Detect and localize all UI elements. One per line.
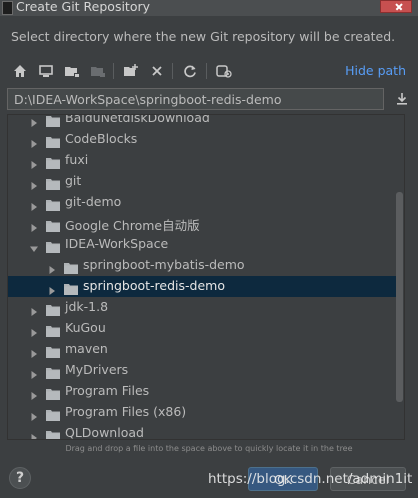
new-folder-icon[interactable] (122, 62, 140, 80)
app-icon (2, 1, 13, 15)
folder-icon (64, 259, 78, 274)
folder-icon (46, 133, 60, 148)
path-row: D:\IDEA-WorkSpace\springboot-redis-demo (7, 88, 412, 112)
toolbar-separator (113, 63, 114, 79)
folder-icon (64, 280, 78, 295)
chevron-right-icon[interactable] (29, 176, 39, 190)
tree-row[interactable]: IDEA-WorkSpace (8, 234, 398, 255)
tree-item-label: KuGou (65, 320, 106, 335)
tree-row[interactable]: git-demo (8, 192, 398, 213)
tree-row[interactable]: Google Chrome自动版 (8, 213, 398, 234)
tree-item-label: git-demo (65, 194, 122, 209)
tree-item-label: springboot-mybatis-demo (83, 257, 245, 272)
path-input[interactable]: D:\IDEA-WorkSpace\springboot-redis-demo (7, 88, 384, 110)
chevron-right-icon[interactable] (29, 302, 39, 316)
tree-scrollbar-thumb[interactable] (396, 192, 403, 402)
chevron-right-icon[interactable] (29, 344, 39, 358)
title-bar: Create Git Repository (0, 0, 418, 16)
drag-drop-hint: Drag and drop a file into the space abov… (65, 444, 353, 453)
chevron-right-icon[interactable] (29, 197, 39, 211)
project-folder-icon[interactable] (63, 62, 81, 80)
chevron-right-icon[interactable] (29, 134, 39, 148)
folder-icon (46, 301, 60, 316)
file-chooser-toolbar: Hide path (0, 58, 418, 84)
tree-item-label: Program Files (x86) (65, 404, 187, 419)
tree-item-label: Google Chrome自动版 (65, 218, 200, 233)
chevron-right-icon[interactable] (29, 115, 39, 127)
hide-path-link[interactable]: Hide path (345, 63, 406, 78)
window-title: Create Git Repository (16, 0, 151, 14)
tree-item-label: QLDownload (65, 425, 144, 440)
tree-row[interactable]: KuGou (8, 318, 398, 339)
folder-icon (46, 364, 60, 379)
chevron-right-icon[interactable] (29, 428, 39, 439)
delete-icon[interactable] (148, 62, 166, 80)
folder-icon (46, 427, 60, 439)
refresh-icon[interactable] (181, 62, 199, 80)
chevron-right-icon[interactable] (29, 155, 39, 169)
tree-item-label: IDEA-WorkSpace (65, 236, 169, 251)
tree-row[interactable]: Program Files (x86) (8, 402, 398, 423)
module-folder-icon[interactable] (89, 62, 107, 80)
tree-item-label: maven (65, 341, 108, 356)
chevron-right-icon[interactable] (29, 407, 39, 421)
tree-row[interactable]: Program Files (8, 381, 398, 402)
tree-item-label: fuxi (65, 152, 89, 167)
tree-row[interactable]: CodeBlocks (8, 129, 398, 150)
folder-icon (46, 322, 60, 337)
chevron-down-icon[interactable] (29, 239, 39, 252)
folder-icon (46, 238, 60, 253)
tree-item-label: Program Files (65, 383, 150, 398)
close-button[interactable] (380, 0, 412, 13)
tree-row[interactable]: springboot-redis-demo (8, 276, 398, 297)
folder-icon (46, 385, 60, 400)
tree-row[interactable]: MyDrivers (8, 360, 398, 381)
toolbar-separator (172, 63, 173, 79)
tree-item-label: BaiduNetdiskDownload (65, 114, 210, 125)
chevron-right-icon[interactable] (29, 218, 39, 232)
tree-row[interactable]: git (8, 171, 398, 192)
folder-icon (46, 343, 60, 358)
tree-row[interactable]: maven (8, 339, 398, 360)
folder-icon (46, 196, 60, 211)
folder-icon (46, 115, 60, 127)
dialog-description: Select directory where the new Git repos… (11, 29, 396, 44)
tree-row[interactable]: BaiduNetdiskDownload (8, 114, 398, 129)
directory-tree[interactable]: BaiduNetdiskDownload CodeBlocks fuxi git git… (7, 114, 405, 440)
chevron-right-icon[interactable] (29, 365, 39, 379)
show-hidden-icon[interactable] (215, 62, 233, 80)
home-icon[interactable] (11, 62, 29, 80)
tree-row[interactable]: fuxi (8, 150, 398, 171)
tree-item-label: CodeBlocks (65, 131, 138, 146)
folder-icon (46, 154, 60, 169)
toolbar-separator (206, 63, 207, 79)
tree-item-label: git (65, 173, 82, 188)
folder-icon (46, 175, 60, 190)
tree-row[interactable]: jdk-1.8 (8, 297, 398, 318)
tree-row[interactable]: QLDownload (8, 423, 398, 440)
chevron-right-icon[interactable] (29, 323, 39, 337)
path-value: D:\IDEA-WorkSpace\springboot-redis-demo (14, 92, 282, 107)
tree-row[interactable]: springboot-mybatis-demo (8, 255, 398, 276)
tree-item-label: jdk-1.8 (65, 299, 109, 314)
help-button[interactable]: ? (9, 467, 31, 489)
chevron-right-icon[interactable] (47, 260, 57, 274)
desktop-icon[interactable] (37, 62, 55, 80)
chevron-right-icon[interactable] (29, 386, 39, 400)
tree-item-label: springboot-redis-demo (83, 278, 225, 293)
watermark-text: https://blog.csdn.net/admin1it (208, 471, 413, 487)
tree-item-label: MyDrivers (65, 362, 129, 377)
chevron-right-icon[interactable] (47, 281, 57, 295)
folder-icon (46, 406, 60, 421)
folder-icon (46, 217, 60, 232)
download-icon[interactable] (394, 91, 410, 107)
